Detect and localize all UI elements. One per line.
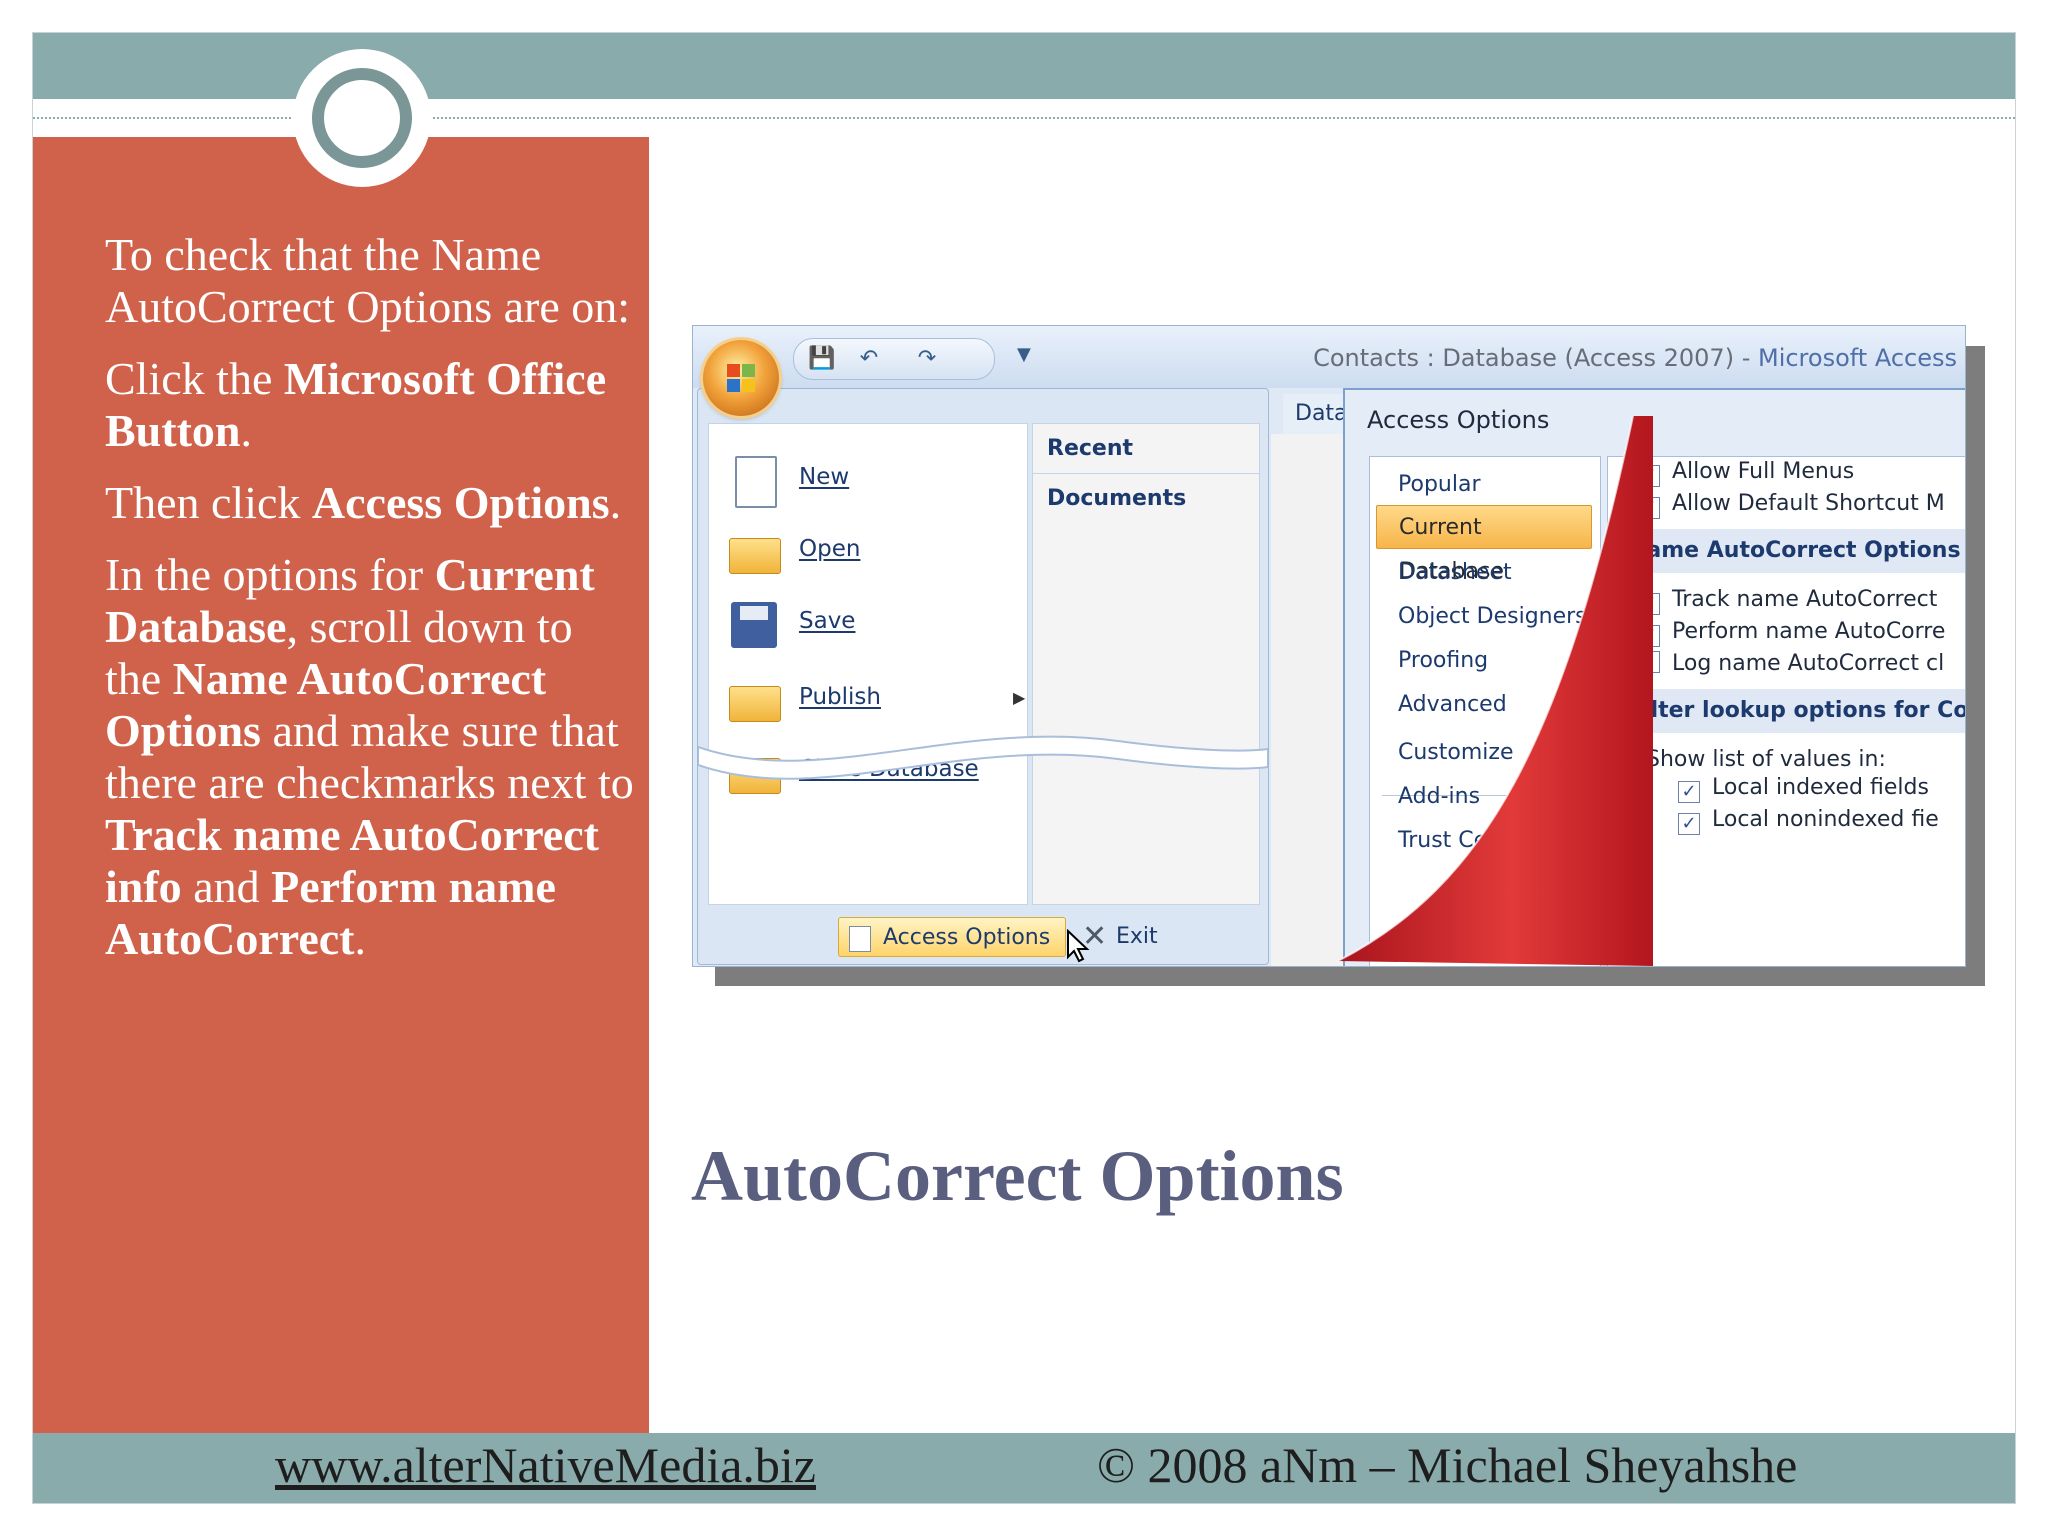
access-options-dialog: Access Options Popular Current Database … xyxy=(1343,388,1965,966)
window-title-document: Contacts : Database (Access 2007) xyxy=(1313,344,1735,372)
dialog-title: Access Options xyxy=(1367,406,1550,434)
filter-lookup-header: Filter lookup options for Con xyxy=(1616,689,1965,733)
checkbox-local-nonindexed-fields[interactable]: ✓ Local nonindexed fie xyxy=(1678,807,1939,837)
checkbox-log-name-autocorrect[interactable]: Log name AutoCorrect cl xyxy=(1638,651,1944,681)
nav-customize[interactable]: Customize xyxy=(1376,731,1592,775)
office-menu-commands: New Open Save Publish ▶ Close Data xyxy=(708,423,1028,905)
exit-access-label: Exit Access xyxy=(1116,924,1191,966)
mouse-pointer-icon xyxy=(1067,929,1090,963)
save-disk-icon xyxy=(727,598,777,648)
decorative-ring-icon xyxy=(293,49,431,187)
dialog-content: ✓ Allow Full Menus ✓ Allow Default Shortcu… xyxy=(1607,456,1965,966)
step-1-end: . xyxy=(240,405,252,456)
menu-item-new[interactable]: New xyxy=(719,444,1019,514)
checkbox-label: Local indexed fields xyxy=(1712,775,1929,800)
nav-add-ins[interactable]: Add-ins xyxy=(1376,775,1592,819)
exit-access-button[interactable]: ✕ Exit Access xyxy=(1076,917,1226,966)
checkbox-label: Track name AutoCorrect xyxy=(1672,587,1938,612)
instruction-intro: To check that the Name AutoCorrect Optio… xyxy=(105,229,631,332)
checkbox-label: Allow Default Shortcut M xyxy=(1672,491,1945,516)
step-2-text: Then click xyxy=(105,477,312,528)
customize-toolbar-icon[interactable]: ▼ xyxy=(1017,344,1031,365)
options-icon xyxy=(849,926,871,952)
recent-documents-pane: Recent Documents xyxy=(1032,423,1260,905)
checkbox-checked-icon: ✓ xyxy=(1678,813,1700,835)
checkbox-allow-full-menus[interactable]: ✓ Allow Full Menus xyxy=(1638,459,1854,489)
window-title-separator: - xyxy=(1734,344,1758,372)
nav-object-designers[interactable]: Object Designers xyxy=(1376,595,1592,639)
menu-item-label: Publish xyxy=(799,684,881,710)
new-document-icon xyxy=(727,454,777,508)
step-2-end: . xyxy=(609,477,622,528)
instruction-step-2: Then click Access Options. xyxy=(105,477,635,529)
checkbox-track-name-autocorrect[interactable]: ✓ Track name AutoCorrect xyxy=(1638,587,1937,617)
instruction-step-3: In the options for Current Database, scr… xyxy=(105,549,635,965)
nav-proofing[interactable]: Proofing xyxy=(1376,639,1592,683)
checkbox-local-indexed-fields[interactable]: ✓ Local indexed fields xyxy=(1678,775,1929,805)
show-list-label: Show list of values in: xyxy=(1646,747,1886,772)
checkbox-allow-default-shortcut[interactable]: ✓ Allow Default Shortcut M xyxy=(1638,491,1945,521)
menu-item-save[interactable]: Save xyxy=(719,588,1019,658)
step-2-bold: Access Options xyxy=(311,477,610,528)
checkbox-label: Log name AutoCorrect cl xyxy=(1672,651,1945,676)
slide-title: AutoCorrect Options xyxy=(691,1136,1344,1216)
office-menu-footer: Access Options ✕ Exit Access xyxy=(698,909,1268,966)
checkbox-checked-icon: ✓ xyxy=(1638,625,1660,647)
recent-documents-header: Recent Documents xyxy=(1033,424,1259,511)
step-3-end: . xyxy=(354,913,367,964)
redo-icon[interactable]: ↷ xyxy=(914,346,940,372)
dialog-nav: Popular Current Database Datasheet Objec… xyxy=(1369,456,1601,966)
menu-item-label: Open xyxy=(799,536,861,562)
access-screenshot: 💾 ↶ ↷ ▼ Contacts : Database (Access 2007… xyxy=(692,325,1966,967)
open-folder-icon xyxy=(727,526,781,576)
step-3-text-g: and xyxy=(181,861,272,912)
checkbox-checked-icon: ✓ xyxy=(1638,593,1660,615)
footer-copyright: © 2008 aNm – Michael Sheyahshe xyxy=(1097,1437,1798,1493)
window-title: Contacts : Database (Access 2007) - Micr… xyxy=(1313,344,1957,372)
checkbox-checked-icon: ✓ xyxy=(1638,497,1660,519)
name-autocorrect-header: Name AutoCorrect Options xyxy=(1616,529,1965,573)
ring-inner xyxy=(312,68,412,168)
nav-trust-center[interactable]: Trust Center xyxy=(1376,819,1592,863)
undo-icon[interactable]: ↶ xyxy=(856,346,882,372)
checkbox-label: Allow Full Menus xyxy=(1672,459,1855,484)
access-options-button[interactable]: Access Options xyxy=(838,917,1066,957)
instructions-text: To check that the Name AutoCorrect Optio… xyxy=(105,229,635,985)
office-menu: New Open Save Publish ▶ Close Data xyxy=(697,388,1269,966)
window-titlebar: 💾 ↶ ↷ ▼ Contacts : Database (Access 2007… xyxy=(693,326,1965,388)
submenu-arrow-icon: ▶ xyxy=(1013,688,1026,707)
save-icon[interactable]: 💾 xyxy=(808,346,835,372)
checkbox-checked-icon: ✓ xyxy=(1678,781,1700,803)
menu-item-label: New xyxy=(799,464,850,490)
slide: To check that the Name AutoCorrect Optio… xyxy=(32,32,2016,1504)
checkbox-label: Local nonindexed fie xyxy=(1712,807,1939,832)
checkbox-perform-name-autocorrect[interactable]: ✓ Perform name AutoCorre xyxy=(1638,619,1945,649)
nav-popular[interactable]: Popular xyxy=(1376,463,1592,507)
menu-item-label: Save xyxy=(799,608,856,634)
nav-advanced[interactable]: Advanced xyxy=(1376,683,1592,727)
checkbox-checked-icon: ✓ xyxy=(1638,465,1660,487)
quick-access-toolbar: 💾 ↶ ↷ xyxy=(793,338,995,380)
checkbox-label: Perform name AutoCorre xyxy=(1672,619,1946,644)
checkbox-unchecked-icon xyxy=(1638,651,1660,673)
menu-item-open[interactable]: Open xyxy=(719,516,1019,586)
footer-website-link[interactable]: www.alterNativeMedia.biz xyxy=(275,1436,816,1494)
window-title-app: Microsoft Access xyxy=(1757,344,1957,372)
step-1-text: Click the xyxy=(105,353,284,404)
access-options-label: Access Options xyxy=(883,925,1051,950)
office-logo-icon xyxy=(727,364,755,392)
nav-current-database[interactable]: Current Database xyxy=(1376,505,1592,584)
office-button[interactable] xyxy=(703,340,779,416)
instruction-step-1: Click the Microsoft Office Button. xyxy=(105,353,635,457)
nav-datasheet[interactable]: Datasheet xyxy=(1376,551,1592,595)
menu-wave-divider xyxy=(698,735,1268,780)
step-3-text-a: In the options for xyxy=(105,549,435,600)
publish-icon xyxy=(727,674,781,724)
